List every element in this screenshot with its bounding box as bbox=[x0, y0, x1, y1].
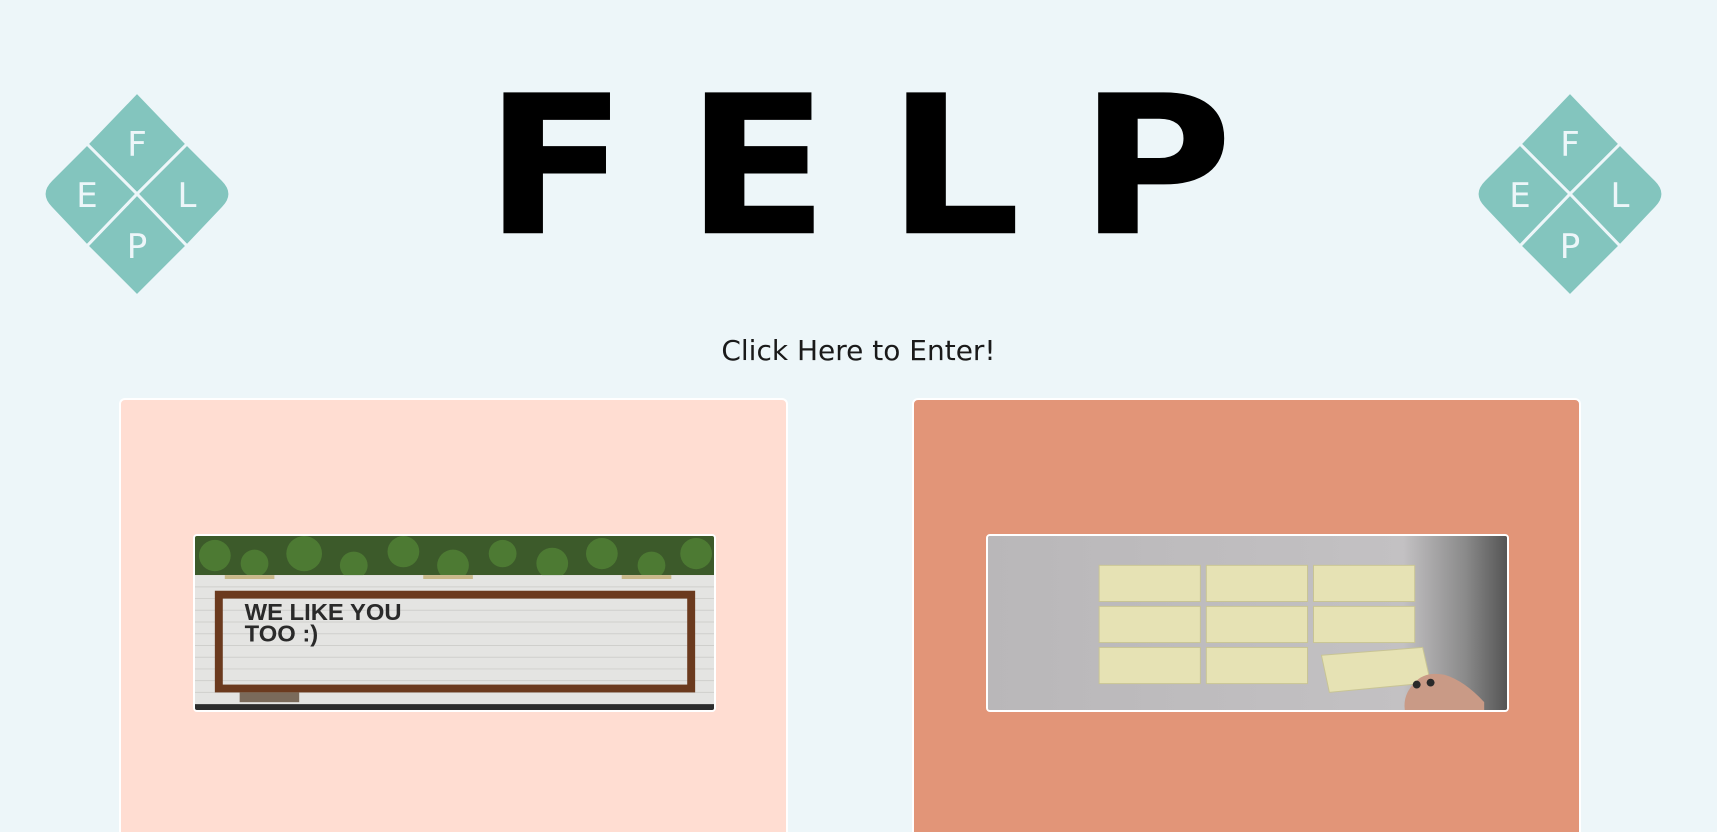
page: F E L P FELP F E L P Click Here to Enter… bbox=[0, 0, 1717, 832]
card-right[interactable] bbox=[912, 398, 1581, 832]
enter-link[interactable]: Click Here to Enter! bbox=[0, 334, 1717, 367]
logo-letter-f: F bbox=[1560, 125, 1580, 165]
card-left[interactable]: WE LIKE YOU TOO :) bbox=[119, 398, 788, 832]
felp-logo-right: F E L P bbox=[1470, 88, 1670, 300]
sign-text-line-2: TOO :) bbox=[245, 622, 319, 648]
logo-letter-p: P bbox=[1560, 227, 1581, 267]
card-image-sticky-notes[interactable] bbox=[986, 534, 1509, 712]
page-title: FELP bbox=[484, 53, 1291, 280]
logo-letter-e: E bbox=[1509, 176, 1530, 216]
logo-letter-l: L bbox=[1611, 176, 1630, 216]
card-image-sign[interactable]: WE LIKE YOU TOO :) bbox=[193, 534, 716, 712]
